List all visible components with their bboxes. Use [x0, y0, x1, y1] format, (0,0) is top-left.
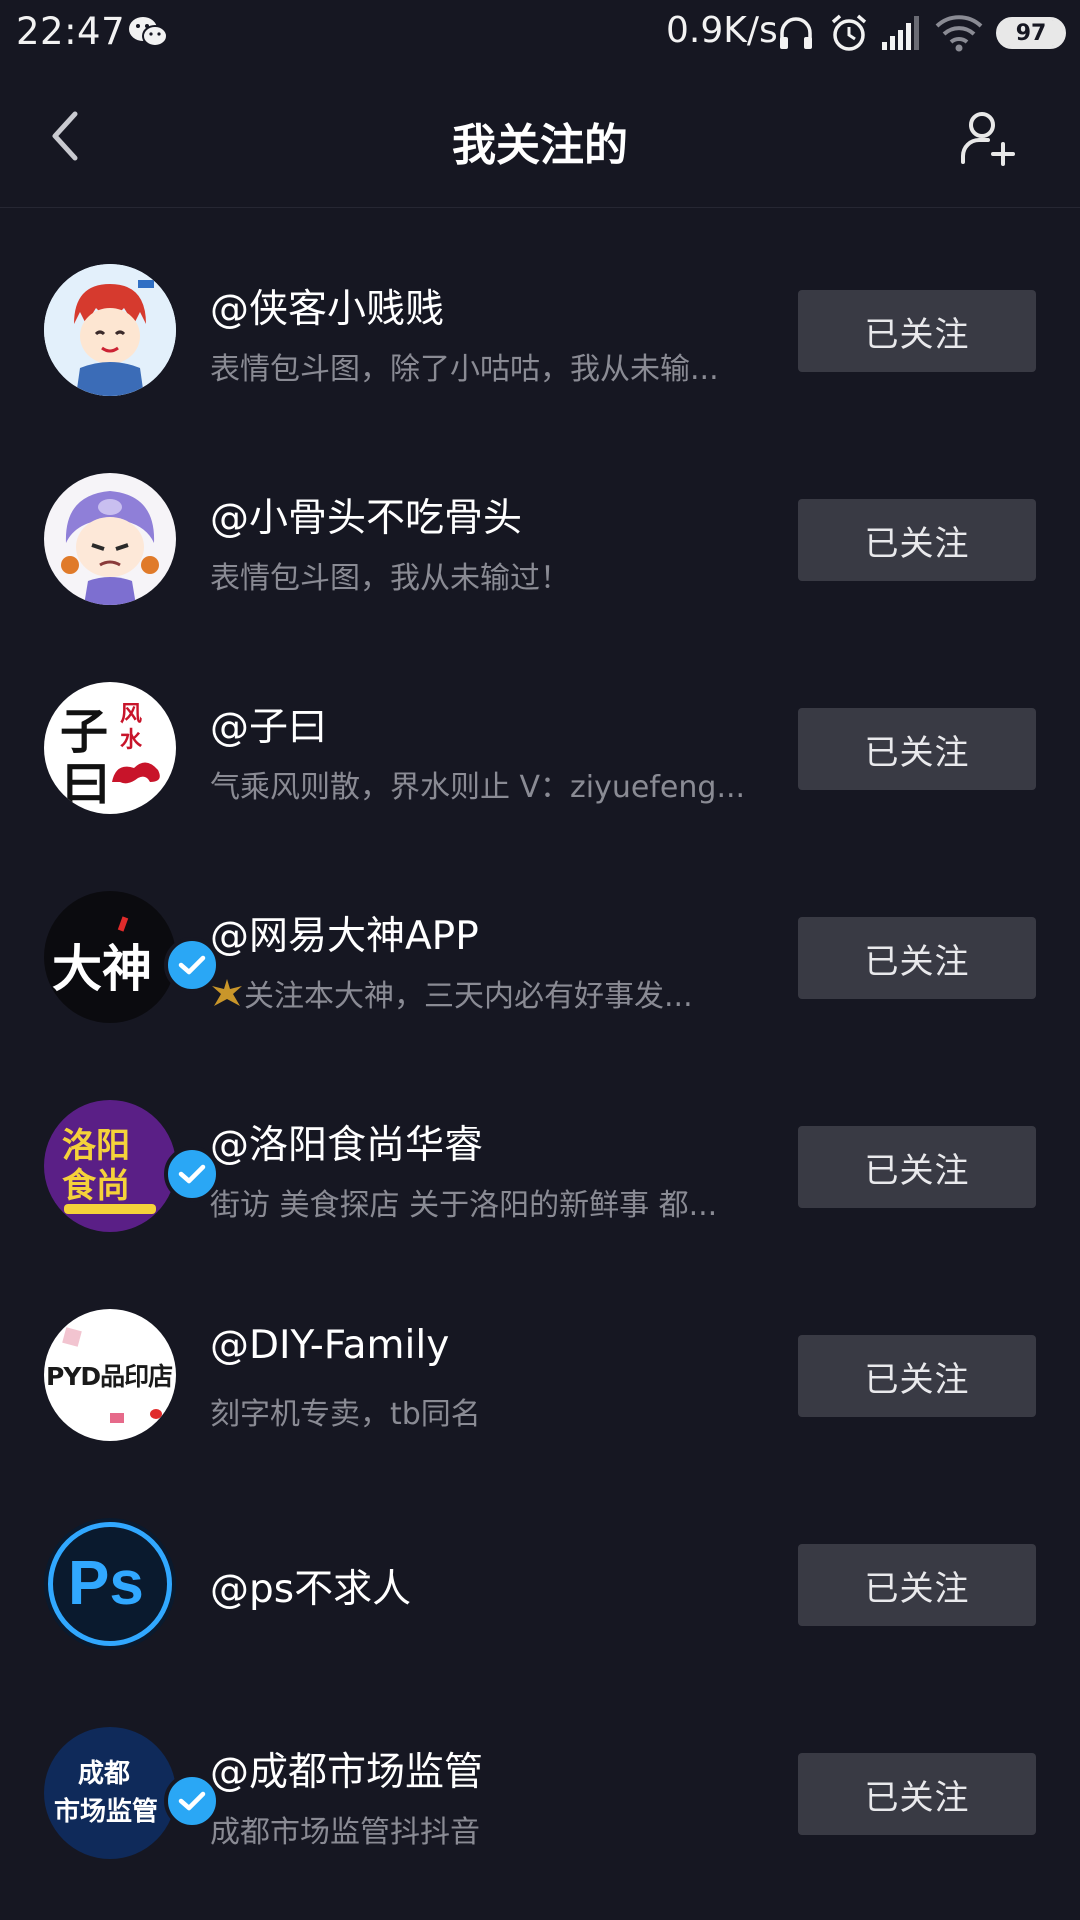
avatar[interactable]: PYD品印店 [44, 1309, 176, 1441]
avatar[interactable] [44, 473, 176, 605]
following-button[interactable]: 已关注 [798, 1753, 1036, 1835]
avatar-glyph: 食尚 [62, 1166, 130, 1206]
bio: 刻字机专卖，tb同名 [210, 1397, 481, 1432]
following-button[interactable]: 已关注 [798, 1126, 1036, 1208]
wifi-icon [935, 15, 983, 52]
username[interactable]: @侠客小贱贱 [210, 278, 444, 334]
card-decor [110, 1413, 124, 1423]
list-item[interactable]: 子 曰 风 水 @子曰 气乘风则散，界水则止 V：ziyuefeng... 已关… [0, 644, 1080, 853]
list-item[interactable]: 成都 市场监管 @成都市场监管 成都市场监管抖抖音 已关注 [0, 1689, 1080, 1898]
add-friend-button[interactable] [956, 106, 1020, 170]
avatar-glyph: PYD品印店 [46, 1362, 173, 1391]
battery-level: 97 [999, 20, 1063, 46]
bio: 气乘风则散，界水则止 V：ziyuefeng... [210, 770, 746, 805]
avatar-glyph: 大神 [52, 940, 152, 998]
cloud-pattern-icon [112, 762, 160, 784]
username[interactable]: @子曰 [210, 696, 327, 752]
username[interactable]: @DIY-Family [210, 1323, 449, 1368]
following-button[interactable]: 已关注 [798, 1544, 1036, 1626]
cartoon-avatar-image [44, 473, 176, 605]
check-icon [178, 1791, 206, 1811]
bio-text: 关注本大神，三天内必有好事发... [244, 979, 693, 1014]
username[interactable]: @ps不求人 [210, 1558, 411, 1614]
page-title: 我关注的 [452, 120, 628, 171]
avatar[interactable]: 子 曰 风 水 [44, 682, 176, 814]
check-icon [178, 955, 206, 975]
avatar[interactable]: 洛阳 食尚 [44, 1100, 176, 1232]
cartoon-avatar-image [44, 264, 176, 396]
following-button[interactable]: 已关注 [798, 917, 1036, 999]
avatar[interactable]: 大神 [44, 891, 176, 1023]
username[interactable]: @成都市场监管 [210, 1741, 483, 1797]
following-list: @侠客小贱贱 表情包斗图，除了小咕咕，我从未输... 已关注 @小骨头不吃骨头 … [0, 226, 1080, 1898]
bio: 表情包斗图，除了小咕咕，我从未输... [210, 352, 719, 387]
status-bar: 22:47 0.9K/s 97 [0, 0, 1080, 66]
following-button[interactable]: 已关注 [798, 499, 1036, 581]
heart-decor [150, 1409, 162, 1419]
username[interactable]: @网易大神APP [210, 905, 479, 961]
list-item[interactable]: PYD品印店 @DIY-Family 刻字机专卖，tb同名 已关注 [0, 1271, 1080, 1480]
signal-icon [882, 16, 919, 50]
list-item[interactable]: @小骨头不吃骨头 表情包斗图，我从未输过！ 已关注 [0, 435, 1080, 644]
avatar-glyph: 市场监管 [54, 1797, 159, 1827]
wechat-icon [129, 17, 168, 47]
avatar-glyph: Ps [68, 1549, 144, 1618]
following-button[interactable]: 已关注 [798, 290, 1036, 372]
alarm-icon [831, 14, 867, 51]
avatar[interactable]: 成都 市场监管 [44, 1727, 176, 1859]
list-item[interactable]: 洛阳 食尚 @洛阳食尚华睿 街访 美食探店 关于洛阳的新鲜事 都... 已关注 [0, 1062, 1080, 1271]
status-time: 22:47 [16, 10, 126, 53]
list-item[interactable]: 大神 关注本大神，三天内必有好事发... @网易大神APP 已关注 [0, 853, 1080, 1062]
card-decor [62, 1327, 82, 1347]
avatar[interactable]: Ps [44, 1518, 176, 1650]
check-icon [178, 1164, 206, 1184]
bio-row: 关注本大神，三天内必有好事发... [210, 971, 750, 1015]
sparkle-icon [212, 979, 242, 1006]
list-item[interactable]: @侠客小贱贱 表情包斗图，除了小咕咕，我从未输... 已关注 [0, 226, 1080, 435]
following-button[interactable]: 已关注 [798, 1335, 1036, 1417]
username[interactable]: @洛阳食尚华睿 [210, 1114, 483, 1170]
avatar[interactable] [44, 264, 176, 396]
nav-bar: 我关注的 [0, 66, 1080, 208]
list-item[interactable]: Ps @ps不求人 已关注 [0, 1480, 1080, 1689]
banner-strip [64, 1204, 156, 1214]
battery-icon: 97 [996, 17, 1066, 49]
add-user-icon [961, 112, 1015, 166]
headphone-icon [780, 17, 812, 49]
username[interactable]: @小骨头不吃骨头 [210, 487, 522, 543]
avatar-glyph: 成都 [78, 1759, 131, 1789]
avatar-glyph: 水 [120, 728, 143, 753]
bio: 街访 美食探店 关于洛阳的新鲜事 都... [210, 1188, 718, 1223]
avatar-glyph: 曰 [62, 756, 111, 812]
bio: 成都市场监管抖抖音 [210, 1815, 480, 1850]
bio: 表情包斗图，我从未输过！ [210, 561, 570, 596]
net-speed: 0.9K/s [666, 10, 778, 51]
following-button[interactable]: 已关注 [798, 708, 1036, 790]
